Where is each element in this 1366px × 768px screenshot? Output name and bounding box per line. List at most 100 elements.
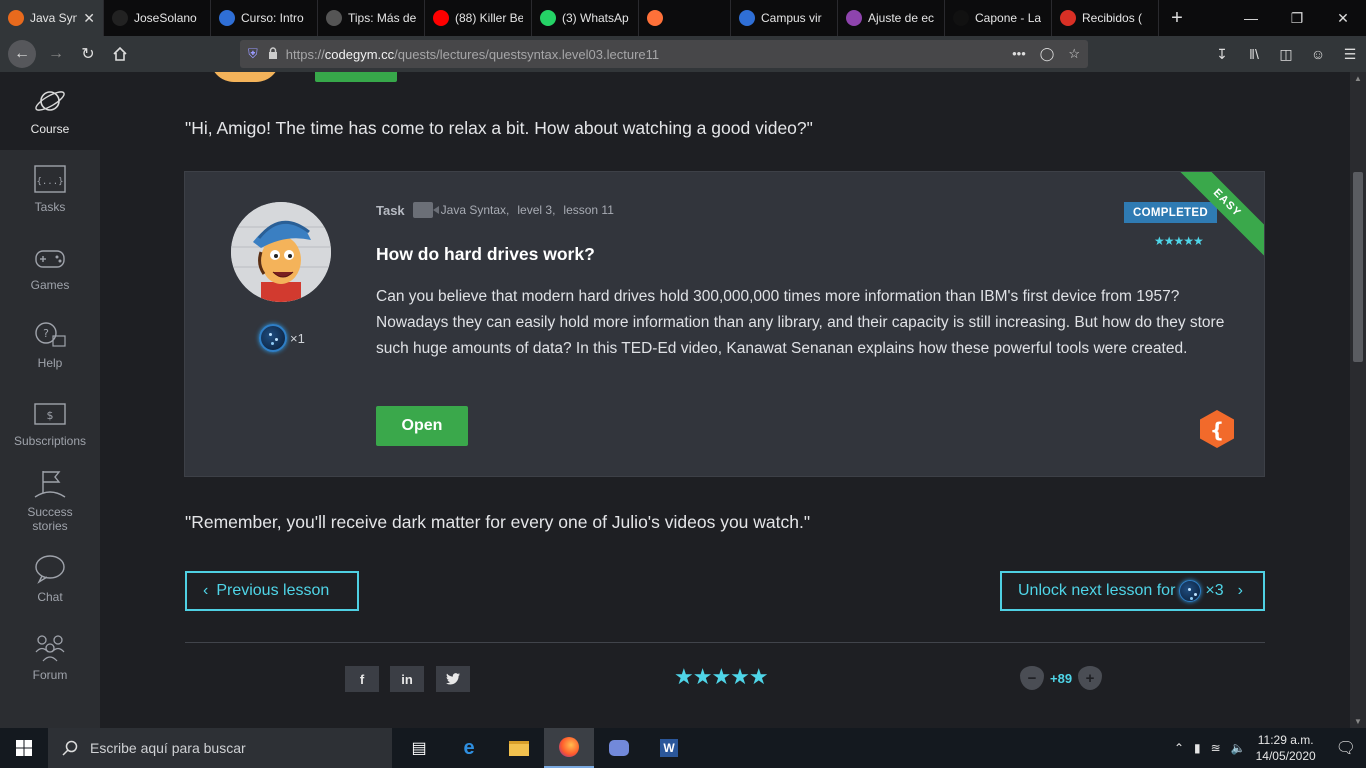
tab-favicon-icon [953, 10, 969, 26]
scroll-up-icon[interactable]: ▲ [1354, 74, 1362, 83]
file-explorer-icon[interactable] [494, 728, 544, 768]
browser-tab[interactable]: JoseSolano [104, 0, 211, 36]
sidebar-item-label: Tasks [34, 200, 66, 214]
browser-tab[interactable]: (3) WhatsAp [532, 0, 639, 36]
browser-tab-strip: Java Syn ✕ JoseSolano Curso: Intro Tips: Más… [0, 0, 1366, 36]
tab-favicon-icon [1060, 10, 1076, 26]
next-lesson-label: Unlock next lesson for [1018, 582, 1176, 599]
system-tray: ⌃ ▮ ≊ 🔈 11:29 a.m. 14/05/2020 🗨 [1174, 732, 1366, 764]
new-tab-button[interactable]: + [1159, 7, 1195, 30]
taskbar-search[interactable]: Escribe aquí para buscar [48, 728, 392, 768]
previous-card-avatar-edge [210, 72, 280, 82]
edge-icon[interactable]: e [444, 728, 494, 768]
tab-title: Tips: Más de [348, 11, 416, 25]
lock-icon[interactable] [268, 46, 278, 62]
sidebar-item-chat[interactable]: Chat [0, 540, 100, 618]
tab-title: Recibidos ( [1082, 11, 1143, 25]
tab-favicon-icon [8, 10, 24, 26]
sidebar-item-games[interactable]: Games [0, 228, 100, 306]
completed-badge: COMPLETED [1124, 202, 1217, 223]
menu-icon[interactable]: ☰ [1334, 46, 1366, 63]
page-actions-icon[interactable]: ••• [1012, 46, 1026, 62]
back-button[interactable]: ← [8, 40, 36, 68]
browser-tab[interactable]: (88) Killer Be [425, 0, 532, 36]
forward-button[interactable]: → [40, 38, 72, 70]
library-icon[interactable]: ‖\ [1238, 46, 1270, 62]
firefox-taskbar-icon[interactable] [544, 728, 594, 768]
restore-icon[interactable]: ❐ [1274, 0, 1320, 36]
sidebar-item-help[interactable]: ? Help [0, 306, 100, 384]
battery-icon[interactable]: ▮ [1194, 741, 1201, 755]
previous-lesson-button[interactable]: ‹ Previous lesson [185, 571, 359, 611]
home-button[interactable] [104, 38, 136, 70]
clock[interactable]: 11:29 a.m. 14/05/2020 [1256, 732, 1316, 764]
wifi-icon[interactable]: ≊ [1211, 741, 1221, 755]
divider [185, 642, 1265, 643]
scroll-down-icon[interactable]: ▼ [1354, 717, 1362, 726]
browser-tab[interactable]: Recibidos ( [1052, 0, 1159, 36]
close-tab-icon[interactable]: ✕ [83, 10, 95, 27]
page-scrollbar[interactable]: ▲ ▼ [1350, 72, 1366, 728]
windows-taskbar: Escribe aquí para buscar ▤ e W ⌃ ▮ ≊ 🔈 1… [0, 728, 1366, 768]
unlock-next-lesson-button[interactable]: Unlock next lesson for ×3 › [1000, 571, 1265, 611]
planet-icon [33, 86, 67, 116]
sidebar-item-success-stories[interactable]: Success stories [0, 462, 100, 540]
browser-tab[interactable]: Curso: Intro [211, 0, 318, 36]
close-window-icon[interactable]: ✕ [1320, 0, 1366, 36]
browser-tab[interactable] [639, 0, 731, 36]
sidebar-item-tasks[interactable]: {...} Tasks [0, 150, 100, 228]
windows-start-button[interactable] [0, 728, 48, 768]
sidebar-item-label: Success stories [27, 505, 73, 533]
bookmark-star-icon[interactable]: ☆ [1068, 46, 1080, 62]
codegym-sidebar: Course {...} Tasks Games? Help $ Subscriptions… [0, 72, 100, 728]
sidebar-toggle-icon[interactable]: ◫ [1270, 46, 1302, 63]
tab-title: Campus vir [761, 11, 822, 25]
scrollbar-thumb[interactable] [1353, 172, 1363, 362]
volume-icon[interactable]: 🔈 [1231, 741, 1246, 755]
twitter-icon [446, 673, 460, 685]
discord-icon[interactable] [594, 728, 644, 768]
account-icon[interactable]: ☺ [1302, 46, 1334, 62]
browser-tab[interactable]: Ajuste de ec [838, 0, 945, 36]
sidebar-item-forum[interactable]: Forum [0, 618, 100, 696]
task-card: ×1 Task Java Syntax, level 3, lesson 11 … [184, 171, 1265, 477]
downvote-button[interactable]: − [1020, 666, 1044, 690]
url-text: https://codegym.cc/quests/lectures/quest… [285, 46, 660, 62]
linkedin-share-button[interactable]: in [390, 666, 424, 692]
chevron-right-icon: › [1237, 582, 1243, 599]
code-window-icon: {...} [33, 164, 67, 194]
show-hidden-icons-icon[interactable]: ⌃ [1174, 741, 1184, 755]
browser-tab[interactable]: Capone - La [945, 0, 1052, 36]
sidebar-item-label: Help [37, 356, 63, 370]
minimize-icon[interactable]: — [1228, 0, 1274, 36]
tracking-shield-icon[interactable]: ⛨ [248, 46, 258, 62]
difficulty-stars: ★★★★★ [1154, 234, 1204, 248]
tab-favicon-icon [326, 10, 342, 26]
browser-tab[interactable]: Tips: Más de [318, 0, 425, 36]
tab-title: Capone - La [975, 11, 1042, 25]
upvote-button[interactable]: + [1078, 666, 1103, 690]
tab-favicon-icon [540, 10, 556, 26]
lesson-rating-stars[interactable]: ★★★★★ [674, 664, 769, 690]
reload-button[interactable]: ↻ [72, 38, 104, 70]
download-icon[interactable]: ↧ [1206, 46, 1238, 63]
sidebar-item-course[interactable]: Course [0, 72, 100, 150]
sidebar-item-label: Subscriptions [13, 434, 87, 448]
browser-tab[interactable]: Java Syn ✕ [0, 0, 104, 36]
notifications-icon[interactable]: 🗨 [1336, 738, 1356, 758]
url-bar[interactable]: ⛨ https://codegym.cc/quests/lectures/que… [240, 40, 1088, 68]
sidebar-item-label: Forum [32, 668, 68, 682]
task-view-icon[interactable]: ▤ [394, 728, 444, 768]
facebook-share-button[interactable]: f [345, 666, 379, 692]
tab-title: Curso: Intro [241, 11, 304, 25]
available-badge-edge [315, 72, 397, 82]
twitter-share-button[interactable] [436, 666, 470, 692]
dark-matter-reward: ×1 [259, 324, 305, 352]
people-icon [33, 632, 67, 662]
sidebar-item-subscriptions[interactable]: $ Subscriptions [0, 384, 100, 462]
open-button[interactable]: Open [376, 406, 468, 446]
pocket-icon[interactable]: ◯ [1040, 46, 1055, 62]
browser-tab[interactable]: Campus vir [731, 0, 838, 36]
gamepad-icon [33, 242, 67, 272]
word-icon[interactable]: W [644, 728, 694, 768]
